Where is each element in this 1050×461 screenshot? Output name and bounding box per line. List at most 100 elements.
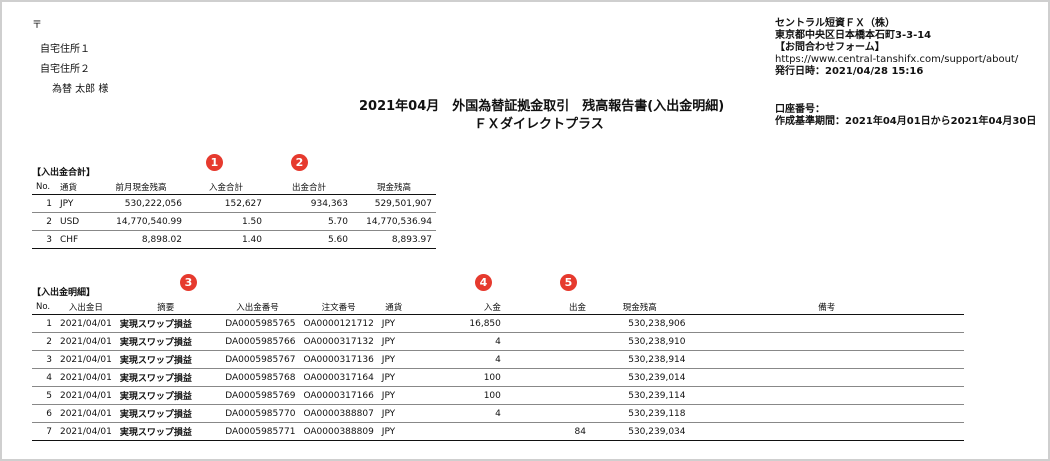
details-cell-withdrawal xyxy=(505,333,590,351)
details-cell-order-number: OA0000121712 xyxy=(303,318,374,329)
details-row: 4 2021/04/01 実現スワップ損益 DA0005985768 OA0000317… xyxy=(32,369,964,387)
summary-row: 1 JPY 530,222,056 152,627 934,363 529,501,907 xyxy=(32,195,436,213)
details-cell-deposit: 16,850 xyxy=(469,318,501,329)
summary-row: 2 USD 14,770,540.99 1.50 5.70 14,770,536.94 xyxy=(32,213,436,231)
details-cell-description: 実現スワップ損益 xyxy=(119,410,192,420)
details-cell-currency: JPY xyxy=(381,426,396,437)
details-cell-remarks xyxy=(690,351,965,369)
details-cell-currency: JPY xyxy=(381,372,396,383)
details-cell-transfer-number: DA0005985769 xyxy=(225,390,296,401)
details-cell-remarks xyxy=(690,315,965,333)
details-cell-date: 2021/04/01 xyxy=(59,336,112,347)
details-cell-no: 4 xyxy=(46,372,52,383)
details-cell-description: 実現スワップ損益 xyxy=(119,338,192,348)
summary-heading: 【入出金合計】 xyxy=(32,168,96,178)
summary-cell-deposit-total: 1.40 xyxy=(241,234,262,245)
details-col-withdrawal: 出金 xyxy=(568,303,586,313)
details-cell-deposit: 4 xyxy=(495,354,501,365)
details-row: 1 2021/04/01 実現スワップ損益 DA0005985765 OA0000121… xyxy=(32,315,964,333)
details-row: 3 2021/04/01 実現スワップ損益 DA0005985767 OA0000317… xyxy=(32,351,964,369)
details-cell-cash-balance: 530,239,118 xyxy=(628,408,686,419)
company-info: セントラル短資ＦＸ（株） 東京都中央区日本橋本石町3-3-14 【お問合わせフォ… xyxy=(775,18,1018,78)
summary-cell-no: 1 xyxy=(46,198,52,209)
summary-col-no: No. xyxy=(36,182,51,192)
details-cell-deposit xyxy=(410,423,505,441)
marker-1: 1 xyxy=(206,154,223,171)
summary-cell-prev-balance: 530,222,056 xyxy=(124,198,182,209)
address-line-2: 自宅住所２ xyxy=(40,64,90,75)
details-cell-order-number: OA0000317164 xyxy=(303,372,374,383)
details-cell-remarks xyxy=(690,333,965,351)
contact-url[interactable]: https://www.central-tanshifx.com/support… xyxy=(775,54,1018,66)
details-cell-order-number: OA0000317136 xyxy=(303,354,374,365)
details-col-remarks: 備考 xyxy=(818,303,836,313)
details-cell-transfer-number: DA0005985771 xyxy=(225,426,296,437)
details-cell-no: 3 xyxy=(46,354,52,365)
summary-cell-prev-balance: 14,770,540.99 xyxy=(116,216,182,227)
summary-cell-deposit-total: 1.50 xyxy=(241,216,262,227)
details-cell-no: 6 xyxy=(46,408,52,419)
summary-cell-cash-balance: 8,893.97 xyxy=(391,234,432,245)
details-col-date: 入出金日 xyxy=(68,303,103,313)
details-cell-date: 2021/04/01 xyxy=(59,318,112,329)
summary-cell-cash-balance: 529,501,907 xyxy=(374,198,432,209)
details-col-currency: 通貨 xyxy=(385,303,403,313)
details-cell-transfer-number: DA0005985766 xyxy=(225,336,296,347)
summary-row: 3 CHF 8,898.02 1.40 5.60 8,893.97 xyxy=(32,231,436,249)
details-cell-withdrawal xyxy=(505,387,590,405)
contact-label: 【お問合わせフォーム】 xyxy=(775,42,885,53)
details-cell-transfer-number: DA0005985768 xyxy=(225,372,296,383)
statement-page: 〒 自宅住所１ 自宅住所２ 為替 太郎 様 2021年04月 外国為替証拠金取引… xyxy=(0,0,1050,461)
summary-cell-cash-balance: 14,770,536.94 xyxy=(366,216,432,227)
details-cell-withdrawal xyxy=(505,351,590,369)
details-cell-order-number: OA0000388809 xyxy=(303,426,374,437)
details-cell-withdrawal xyxy=(505,315,590,333)
details-cell-cash-balance: 530,239,014 xyxy=(628,372,686,383)
details-cell-transfer-number: DA0005985770 xyxy=(225,408,296,419)
details-cell-date: 2021/04/01 xyxy=(59,426,112,437)
details-cell-currency: JPY xyxy=(381,408,396,419)
issued-datetime: 発行日時：2021/04/28 15:16 xyxy=(775,66,924,77)
details-row: 2 2021/04/01 実現スワップ損益 DA0005985766 OA0000317… xyxy=(32,333,964,351)
marker-5: 5 xyxy=(560,274,577,291)
details-cell-cash-balance: 530,238,914 xyxy=(628,354,686,365)
summary-cell-no: 2 xyxy=(46,216,52,227)
details-cell-date: 2021/04/01 xyxy=(59,390,112,401)
details-cell-cash-balance: 530,238,910 xyxy=(628,336,686,347)
summary-table: No. 通貨 前月現金残高 入金合計 出金合計 現金残高 1 JPY 530,222… xyxy=(32,180,436,249)
details-col-cash-balance: 現金残高 xyxy=(622,303,657,313)
summary-col-prev-balance: 前月現金残高 xyxy=(115,183,167,193)
details-cell-deposit: 4 xyxy=(495,336,501,347)
details-col-order-number: 注文番号 xyxy=(321,303,356,313)
details-cell-description: 実現スワップ損益 xyxy=(119,320,192,330)
details-cell-deposit: 4 xyxy=(495,408,501,419)
details-cell-deposit: 100 xyxy=(483,390,501,401)
details-cell-no: 7 xyxy=(46,426,52,437)
details-cell-remarks xyxy=(690,387,965,405)
details-cell-description: 実現スワップ損益 xyxy=(119,356,192,366)
summary-cell-withdrawal-total: 5.60 xyxy=(327,234,348,245)
details-cell-no: 5 xyxy=(46,390,52,401)
details-row: 7 2021/04/01 実現スワップ損益 DA0005985771 OA0000388… xyxy=(32,423,964,441)
details-cell-transfer-number: DA0005985765 xyxy=(225,318,296,329)
details-cell-cash-balance: 530,239,034 xyxy=(628,426,686,437)
document-subtitle: ＦＸダイレクトプラス xyxy=(474,117,604,132)
details-row: 6 2021/04/01 実現スワップ損益 DA0005985770 OA0000388… xyxy=(32,405,964,423)
details-cell-remarks xyxy=(690,369,965,387)
details-cell-remarks xyxy=(690,405,965,423)
address-line-1: 自宅住所１ xyxy=(40,44,90,55)
details-cell-order-number: OA0000317166 xyxy=(303,390,374,401)
document-title: 2021年04月 外国為替証拠金取引 残高報告書(入出金明細) xyxy=(359,99,725,114)
details-cell-currency: JPY xyxy=(381,354,396,365)
details-cell-currency: JPY xyxy=(381,390,396,401)
summary-cell-no: 3 xyxy=(46,234,52,245)
summary-cell-deposit-total: 152,627 xyxy=(224,198,262,209)
details-cell-deposit: 100 xyxy=(483,372,501,383)
details-cell-transfer-number: DA0005985767 xyxy=(225,354,296,365)
details-col-no: No. xyxy=(36,302,51,312)
details-cell-date: 2021/04/01 xyxy=(59,372,112,383)
details-cell-date: 2021/04/01 xyxy=(59,354,112,365)
marker-3: 3 xyxy=(180,274,197,291)
summary-cell-withdrawal-total: 5.70 xyxy=(327,216,348,227)
summary-col-cash-balance: 現金残高 xyxy=(376,183,411,193)
